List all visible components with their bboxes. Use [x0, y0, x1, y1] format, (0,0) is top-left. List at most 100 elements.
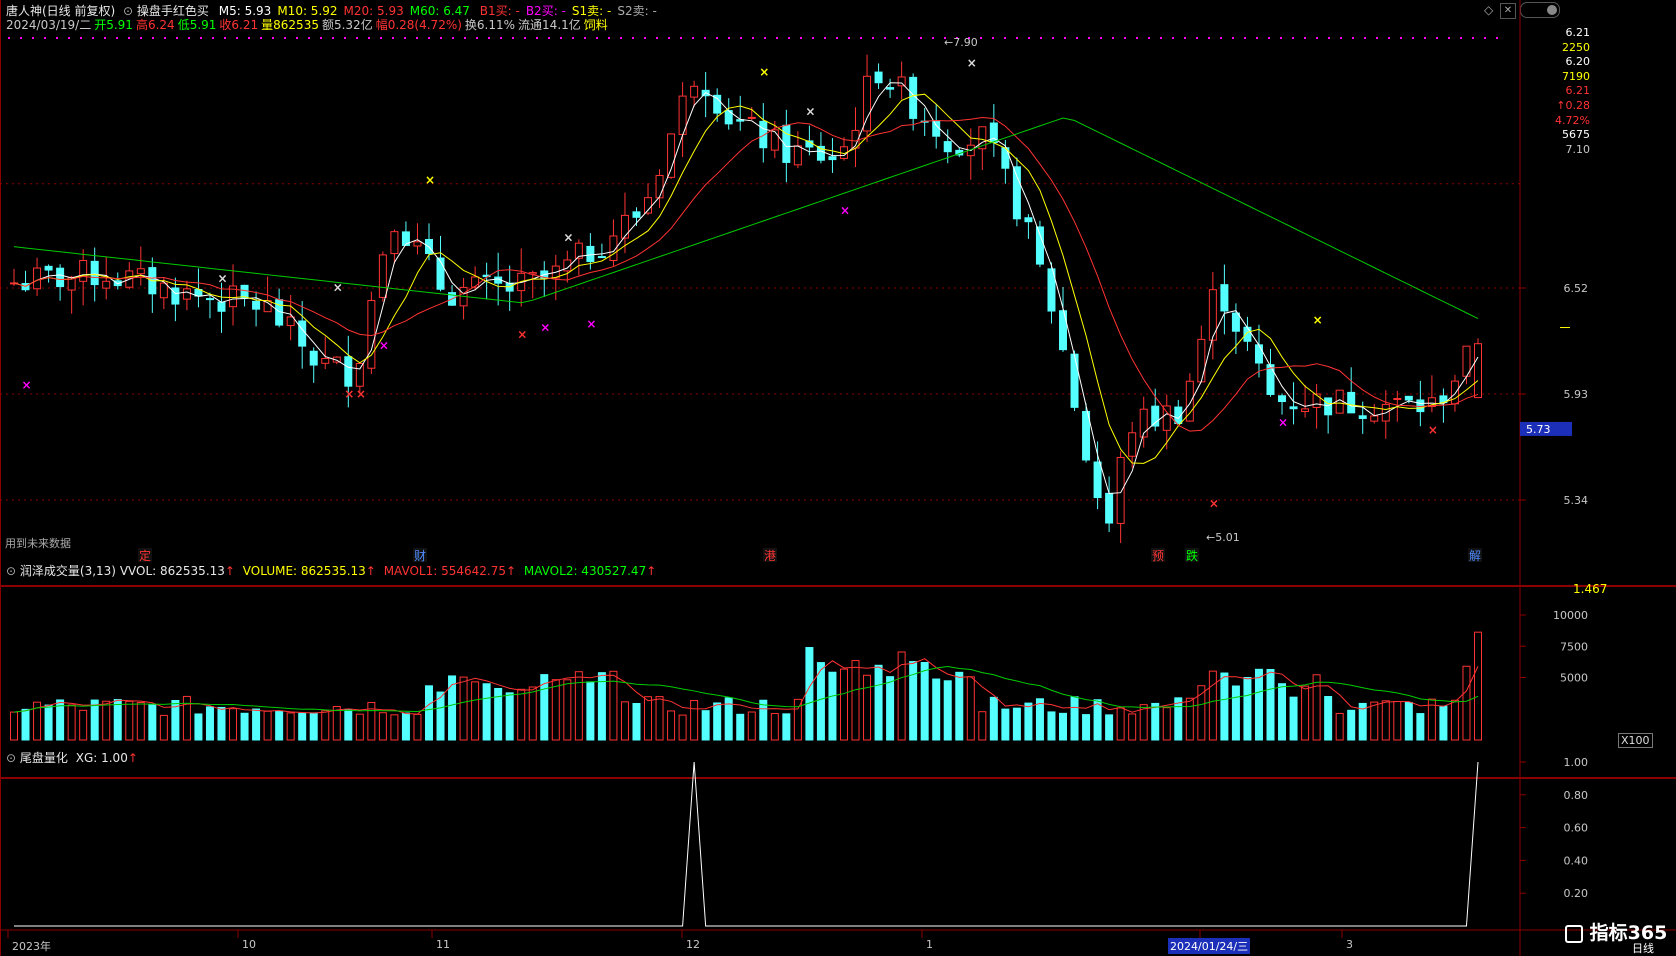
- volume-bar: [401, 712, 410, 741]
- mavol1-value: MAVOL1: 554642.75: [383, 564, 506, 578]
- candle-body: [1450, 380, 1459, 405]
- candle-body: [690, 85, 699, 98]
- candle-body: [1370, 415, 1379, 422]
- candle-body: [378, 254, 387, 298]
- time-axis-label: 2023年: [12, 940, 51, 953]
- volume-bar: [886, 676, 895, 741]
- volume-bar: [1116, 707, 1125, 741]
- mavol2-value: MAVOL2: 430527.47: [523, 564, 647, 578]
- candle-body: [1162, 405, 1171, 431]
- candle-body: [874, 71, 883, 84]
- tail-title[interactable]: 尾盘量化: [20, 751, 68, 765]
- candle-body: [171, 287, 180, 305]
- volume-bar: [644, 696, 653, 741]
- sell-cross: ×: [425, 173, 435, 187]
- volume-bar: [713, 702, 722, 741]
- cursor-date: 2024/01/24/三: [1168, 938, 1251, 954]
- volume-tick-label: 7500: [1560, 640, 1588, 653]
- stock-chart-window: 唐人神(日线 前复权) ⊙ 操盘手红色买 M5: 5.93 M10: 5.92 M2…: [0, 0, 1676, 956]
- ma10-line: [13, 93, 1479, 464]
- volume-bar: [966, 676, 975, 741]
- volume-bar: [1278, 683, 1287, 741]
- volume-bar: [1266, 668, 1275, 741]
- candle-body: [1289, 406, 1298, 410]
- axis-info-value: 6.21: [1565, 26, 1591, 39]
- candle-body: [309, 350, 318, 366]
- volume-bar: [344, 708, 353, 741]
- candle-body: [1347, 391, 1356, 414]
- candle-body: [471, 276, 480, 288]
- volume-tick-label: 10000: [1553, 609, 1588, 622]
- volume-bar: [205, 706, 214, 741]
- volume-bar: [989, 696, 998, 741]
- candle-body: [44, 265, 53, 271]
- volume-bar: [67, 704, 76, 741]
- volume-bar: [378, 712, 387, 741]
- volume-bar: [136, 702, 145, 741]
- event-marker: 港: [764, 549, 776, 563]
- candle-body: [1128, 432, 1137, 457]
- volume-bar: [597, 672, 606, 741]
- price-tick-label: 6.52: [1564, 282, 1589, 295]
- volume-value: VOLUME: 862535.13: [242, 564, 366, 578]
- candle-body: [943, 141, 952, 153]
- axis-info-value: ↑0.28: [1556, 99, 1590, 112]
- sell-cross: ×: [967, 56, 977, 70]
- event-marker: 预: [1152, 549, 1164, 563]
- candle-body: [1116, 456, 1125, 524]
- xg-value: XG: 1.00: [75, 751, 128, 765]
- axis-info-value: 7190: [1562, 69, 1590, 83]
- volume-bar: [920, 662, 929, 741]
- axis-info-value: 6.20: [1565, 55, 1591, 69]
- candle-body: [436, 257, 445, 290]
- candle-body: [747, 116, 756, 119]
- volume-title[interactable]: 润泽成交量(3,13): [20, 564, 116, 578]
- candle-body: [182, 288, 191, 300]
- volume-bar: [332, 705, 341, 741]
- volume-bar: [1024, 702, 1033, 741]
- candle-body: [1243, 326, 1252, 342]
- signal-cross: ×: [517, 328, 527, 342]
- volume-bar: [667, 710, 676, 741]
- volume-header: ⊙ 润泽成交量(3,13) VVOL: 862535.13↑ VOLUME: 8…: [6, 564, 657, 578]
- volume-bar: [690, 700, 699, 741]
- current-price-label: 5.73: [1526, 423, 1551, 436]
- candle-body: [1105, 492, 1114, 524]
- sell-cross: ×: [1313, 313, 1323, 327]
- axis-info-value: 6.21: [1565, 84, 1591, 98]
- time-axis-label: 1: [926, 938, 933, 951]
- volume-bar: [1450, 699, 1459, 741]
- volume-bar: [782, 713, 791, 741]
- volume-bar: [863, 674, 872, 741]
- event-marker: 跌: [1186, 548, 1198, 563]
- volume-bar: [1370, 701, 1379, 741]
- axis-info-value: 2250: [1562, 40, 1590, 54]
- volume-bar: [252, 708, 261, 741]
- volume-bar: [1220, 672, 1229, 741]
- candle-body: [620, 214, 629, 239]
- candle-body: [597, 256, 606, 259]
- volume-bar: [1243, 676, 1252, 741]
- time-axis-label: 12: [686, 938, 700, 951]
- sell-cross: ×: [805, 105, 815, 119]
- tail-tick-label: 0.20: [1564, 887, 1589, 900]
- candle-body: [321, 358, 330, 364]
- price-chart[interactable]: 6.525.935.345.73×× ×××× ×××××××××××××←7.90…: [0, 0, 1676, 956]
- signal-cross: ×: [379, 338, 389, 352]
- tail-header: ⊙ 尾盘量化 XG: 1.00↑: [6, 751, 138, 765]
- volume-bar: [517, 688, 526, 741]
- candle-body: [1093, 461, 1102, 499]
- volume-bar: [1093, 699, 1102, 741]
- volume-bar: [286, 712, 295, 741]
- tail-tick-label: 1.00: [1564, 756, 1589, 769]
- volume-bar: [367, 702, 376, 741]
- volume-bar: [1035, 698, 1044, 741]
- indicator-toggle-icon[interactable]: ⊙: [6, 564, 16, 578]
- indicator-toggle-icon[interactable]: ⊙: [6, 751, 16, 765]
- volume-bar: [1404, 701, 1413, 741]
- volume-unit: X100: [1618, 733, 1653, 748]
- candle-body: [205, 298, 214, 301]
- volume-bar: [1070, 696, 1079, 741]
- candle-body: [1220, 284, 1229, 312]
- sell-cross: ×: [759, 65, 769, 79]
